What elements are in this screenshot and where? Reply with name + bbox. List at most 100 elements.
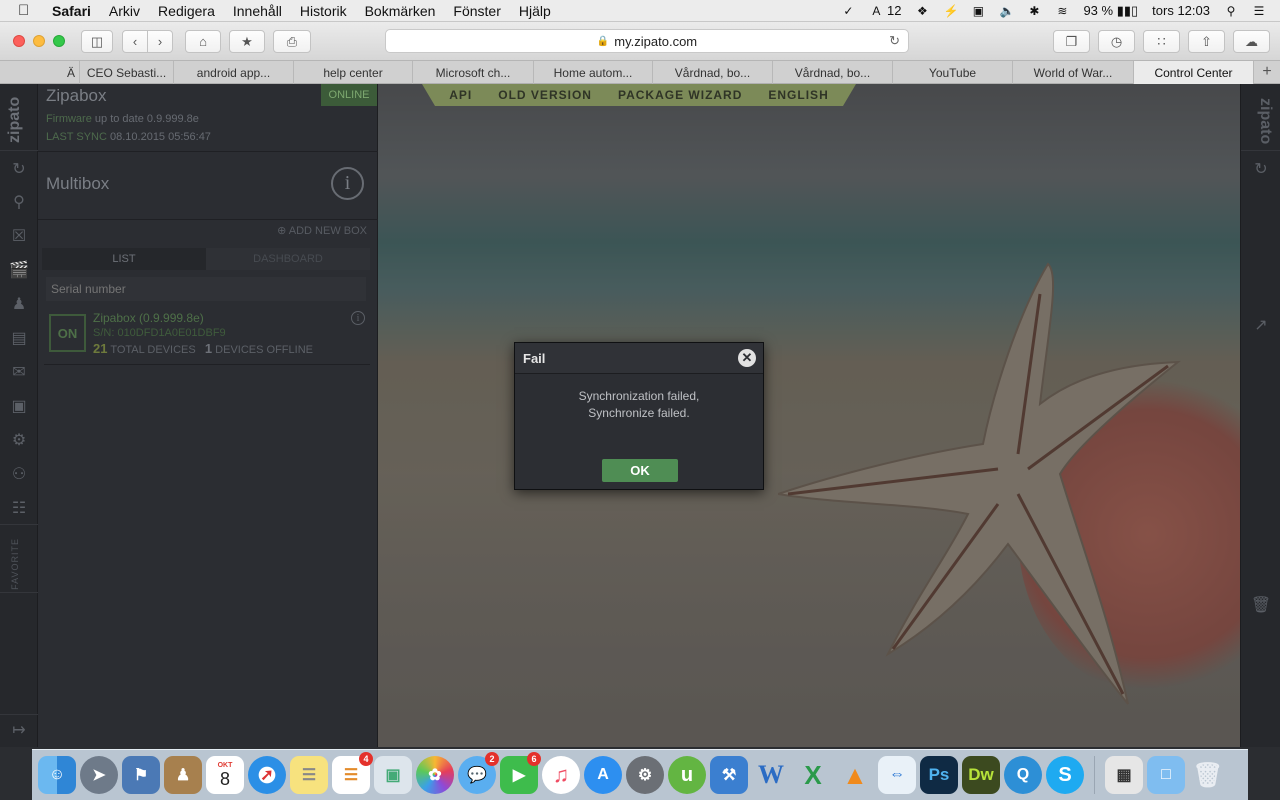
tab-list[interactable]: LIST: [42, 248, 206, 270]
menu-app-safari[interactable]: Safari: [52, 3, 91, 19]
new-tab-button[interactable]: +: [1254, 61, 1280, 83]
trash-icon[interactable]: 🗑: [1250, 595, 1272, 617]
dock-image-capture[interactable]: ▣: [374, 756, 412, 794]
dock-utorrent[interactable]: u: [668, 756, 706, 794]
teamviewer-icon[interactable]: ▣: [971, 4, 985, 18]
menu-fonster[interactable]: Fönster: [453, 3, 500, 19]
menu-bokmarken[interactable]: Bokmärken: [365, 3, 436, 19]
bluetooth-icon[interactable]: ✱: [1027, 4, 1041, 18]
history-button[interactable]: ◷: [1098, 30, 1135, 53]
icloud-button[interactable]: ☁: [1233, 30, 1270, 53]
nav-package-wizard[interactable]: PACKAGE WIZARD: [618, 88, 742, 102]
dock-facetime[interactable]: ▶ 6: [500, 752, 541, 794]
device-name[interactable]: Zipabox (0.9.999.8e): [93, 311, 204, 325]
lightning-icon[interactable]: ⚡: [943, 4, 958, 18]
close-icon[interactable]: ✕: [738, 349, 756, 367]
dock-xcode[interactable]: ⚒: [710, 756, 748, 794]
dock-vlc[interactable]: ▲: [836, 756, 874, 794]
device-info-icon[interactable]: i: [351, 311, 365, 325]
ok-button[interactable]: OK: [602, 459, 678, 482]
browser-tab[interactable]: help center: [294, 61, 413, 84]
dock-contacts[interactable]: ♟: [164, 756, 202, 794]
menu-redigera[interactable]: Redigera: [158, 3, 215, 19]
dropbox-icon[interactable]: ❖: [915, 4, 929, 18]
dock-system-preferences[interactable]: ⚙: [626, 756, 664, 794]
menu-hjalp[interactable]: Hjälp: [519, 3, 551, 19]
dock-trash[interactable]: 🗑: [1189, 756, 1227, 794]
add-new-box-button[interactable]: ⊕ ADD NEW BOX: [277, 224, 367, 237]
checkmark-circle-icon[interactable]: ✓: [841, 4, 855, 18]
dock-itunes[interactable]: ♫: [542, 756, 580, 794]
external-link-icon[interactable]: ↗: [1250, 315, 1272, 337]
browser-tab[interactable]: World of War...: [1013, 61, 1134, 84]
browser-tab[interactable]: CEO Sebasti...: [80, 61, 174, 84]
menubar-clock[interactable]: tors 12:03: [1152, 3, 1210, 18]
bookmarks-button[interactable]: ★: [229, 30, 265, 53]
nav-english[interactable]: ENGLISH: [768, 88, 828, 102]
alarm-icon[interactable]: ✉: [8, 362, 30, 384]
device-state-badge[interactable]: ON: [49, 314, 86, 352]
browser-tab[interactable]: android app...: [174, 61, 294, 84]
dock-quicktime[interactable]: Q: [1004, 756, 1042, 794]
dock-reminders[interactable]: ☰ 4: [332, 752, 373, 794]
folder-icon[interactable]: ▣: [8, 396, 30, 418]
notification-center-icon[interactable]: ☰: [1252, 4, 1266, 18]
dock-notes[interactable]: ☰: [290, 756, 328, 794]
share-button[interactable]: ⇧: [1188, 30, 1225, 53]
rules-icon[interactable]: ▤: [8, 328, 30, 350]
nav-old-version[interactable]: OLD VERSION: [498, 88, 592, 102]
home-button[interactable]: ⌂: [185, 30, 221, 53]
dock-documents-stack[interactable]: ▦: [1105, 756, 1143, 794]
dock-app-store[interactable]: A: [584, 756, 622, 794]
settings-gear-icon[interactable]: ⚙: [8, 430, 30, 452]
menu-historik[interactable]: Historik: [300, 3, 347, 19]
favorite-label[interactable]: FAVORITE: [10, 538, 20, 590]
dock-finder[interactable]: ☺: [38, 756, 76, 794]
dock-photos[interactable]: ✿: [416, 756, 454, 794]
dock-photoshop[interactable]: Ps: [920, 756, 958, 794]
logout-icon[interactable]: ↦: [8, 720, 30, 742]
volume-icon[interactable]: 🔈: [999, 4, 1014, 18]
menu-innehall[interactable]: Innehåll: [233, 3, 282, 19]
devices-icon[interactable]: ☒: [8, 226, 30, 248]
dock-teamviewer[interactable]: ⇔: [878, 756, 916, 794]
dock-downloads-folder[interactable]: □: [1147, 756, 1185, 794]
tab-dashboard[interactable]: DASHBOARD: [206, 248, 370, 270]
menu-arkiv[interactable]: Arkiv: [109, 3, 140, 19]
tab-overview-button[interactable]: ❐: [1053, 30, 1090, 53]
nav-api[interactable]: API: [449, 88, 472, 102]
serial-number-input[interactable]: [46, 277, 366, 301]
sidebar-toggle-button[interactable]: ◫: [81, 30, 113, 53]
close-window-button[interactable]: [13, 35, 25, 47]
dock-preview[interactable]: ⚑: [122, 756, 160, 794]
dock-skype[interactable]: S: [1046, 756, 1084, 794]
dock-launchpad[interactable]: ➤: [80, 756, 118, 794]
dock-word[interactable]: W: [752, 756, 790, 794]
browser-tab-active[interactable]: Control Center: [1134, 61, 1254, 84]
account-icon[interactable]: ⚇: [8, 464, 30, 486]
browser-tab[interactable]: Microsoft ch...: [413, 61, 534, 84]
wifi-icon[interactable]: ≋: [1055, 4, 1069, 18]
spotlight-search-icon[interactable]: ⚲: [1224, 4, 1238, 18]
dock-safari[interactable]: ➚: [248, 756, 286, 794]
users-icon[interactable]: ♟: [8, 294, 30, 316]
forward-button[interactable]: ›: [147, 30, 173, 53]
sync-icon[interactable]: ↻: [1250, 159, 1272, 181]
dock-dreamweaver[interactable]: Dw: [962, 756, 1000, 794]
browser-tab[interactable]: Home autom...: [534, 61, 653, 84]
address-bar[interactable]: 🔒 my.zipato.com ↻: [385, 29, 909, 53]
minimize-window-button[interactable]: [33, 35, 45, 47]
info-button[interactable]: i: [331, 167, 364, 200]
print-button[interactable]: ⎙: [273, 30, 311, 53]
apple-icon[interactable]: : [18, 2, 38, 19]
sync-icon[interactable]: ↻: [8, 159, 30, 181]
reload-icon[interactable]: ↻: [889, 33, 900, 49]
search-icon[interactable]: ⚲: [8, 192, 30, 214]
top-sites-button[interactable]: ∷: [1143, 30, 1180, 53]
dock-calendar[interactable]: OKT 8: [206, 756, 244, 794]
browser-tab[interactable]: Ä: [0, 61, 80, 84]
dock-excel[interactable]: X: [794, 756, 832, 794]
modal-backdrop[interactable]: [378, 84, 1240, 747]
adobe-status-item[interactable]: A 12: [869, 3, 901, 18]
battery-status[interactable]: 93 % ▮▮▯: [1083, 3, 1138, 19]
